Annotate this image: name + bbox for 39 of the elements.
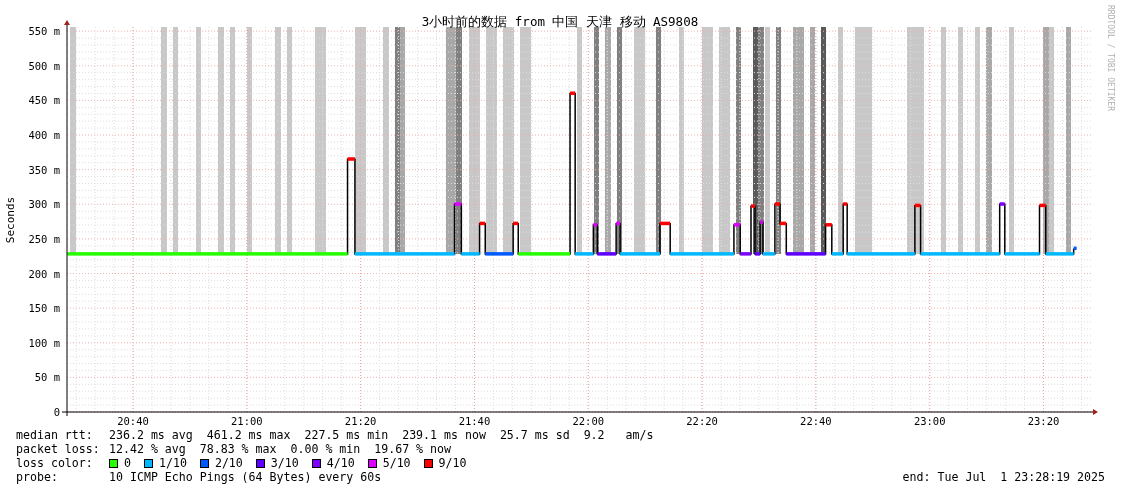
axis-title: Seconds — [4, 196, 17, 244]
axis-label: 150 m — [28, 302, 60, 315]
axis-label: 21:00 — [231, 415, 263, 427]
legend-label: probe: — [16, 470, 59, 484]
legend-text: 12.42 % avg 78.83 % max 0.00 % min 19.67 % now — [109, 442, 452, 456]
axis-label: 500 m — [28, 59, 60, 72]
legend-label: packet loss: — [16, 442, 101, 456]
axis-label: 22:40 — [800, 415, 832, 427]
legend-label: median rtt: — [16, 428, 94, 442]
axis-label: 21:40 — [458, 415, 491, 427]
axis-label: 400 m — [28, 129, 60, 141]
axis-label: 20:40 — [117, 415, 149, 427]
axis-label: 300 m — [28, 198, 60, 211]
legend-text: 10 ICMP Echo Pings (64 Bytes) every 60s — [109, 470, 382, 484]
axis-label: 100 m — [28, 336, 60, 349]
legend-text: 3/10 — [270, 456, 299, 470]
end-time: end: Tue Jul 1 23:28:19 2025 — [902, 470, 1105, 484]
axis-label: 550 m — [28, 25, 60, 38]
legend-text: 0 — [124, 456, 131, 470]
axis-label: 450 m — [28, 94, 60, 107]
axis-label: 21:20 — [344, 415, 377, 427]
axis-label: 50 m — [34, 371, 60, 384]
axis-label: 23:00 — [913, 415, 946, 427]
axis-label: 0 — [53, 406, 60, 418]
axis-label: 350 m — [28, 163, 60, 176]
axis-label: 250 m — [28, 232, 60, 245]
legend-text: 1/10 — [159, 456, 187, 470]
axis-label: 200 m — [28, 267, 60, 280]
legend-text: 236.2 ms avg 461.2 ms max 227.5 ms min 239.1 ms now 25.7 ms sd 9.2 am/s — [109, 428, 654, 442]
legend-text: 4/10 — [326, 456, 355, 470]
axis-label: 22:20 — [686, 415, 718, 427]
legend-label: loss color: — [16, 456, 94, 470]
axis-label: 22:00 — [572, 415, 605, 427]
chart-title: 3小时前的数据 from 中国 天津 移动 AS9808 — [421, 14, 699, 29]
legend-text: 9/10 — [438, 456, 467, 470]
axis-label: 23:20 — [1027, 415, 1060, 427]
side-credit: RRDTOOL / TOBI OETIKER — [1106, 5, 1115, 111]
legend-text: 2/10 — [214, 456, 243, 470]
legend-text: 5/10 — [382, 456, 411, 470]
